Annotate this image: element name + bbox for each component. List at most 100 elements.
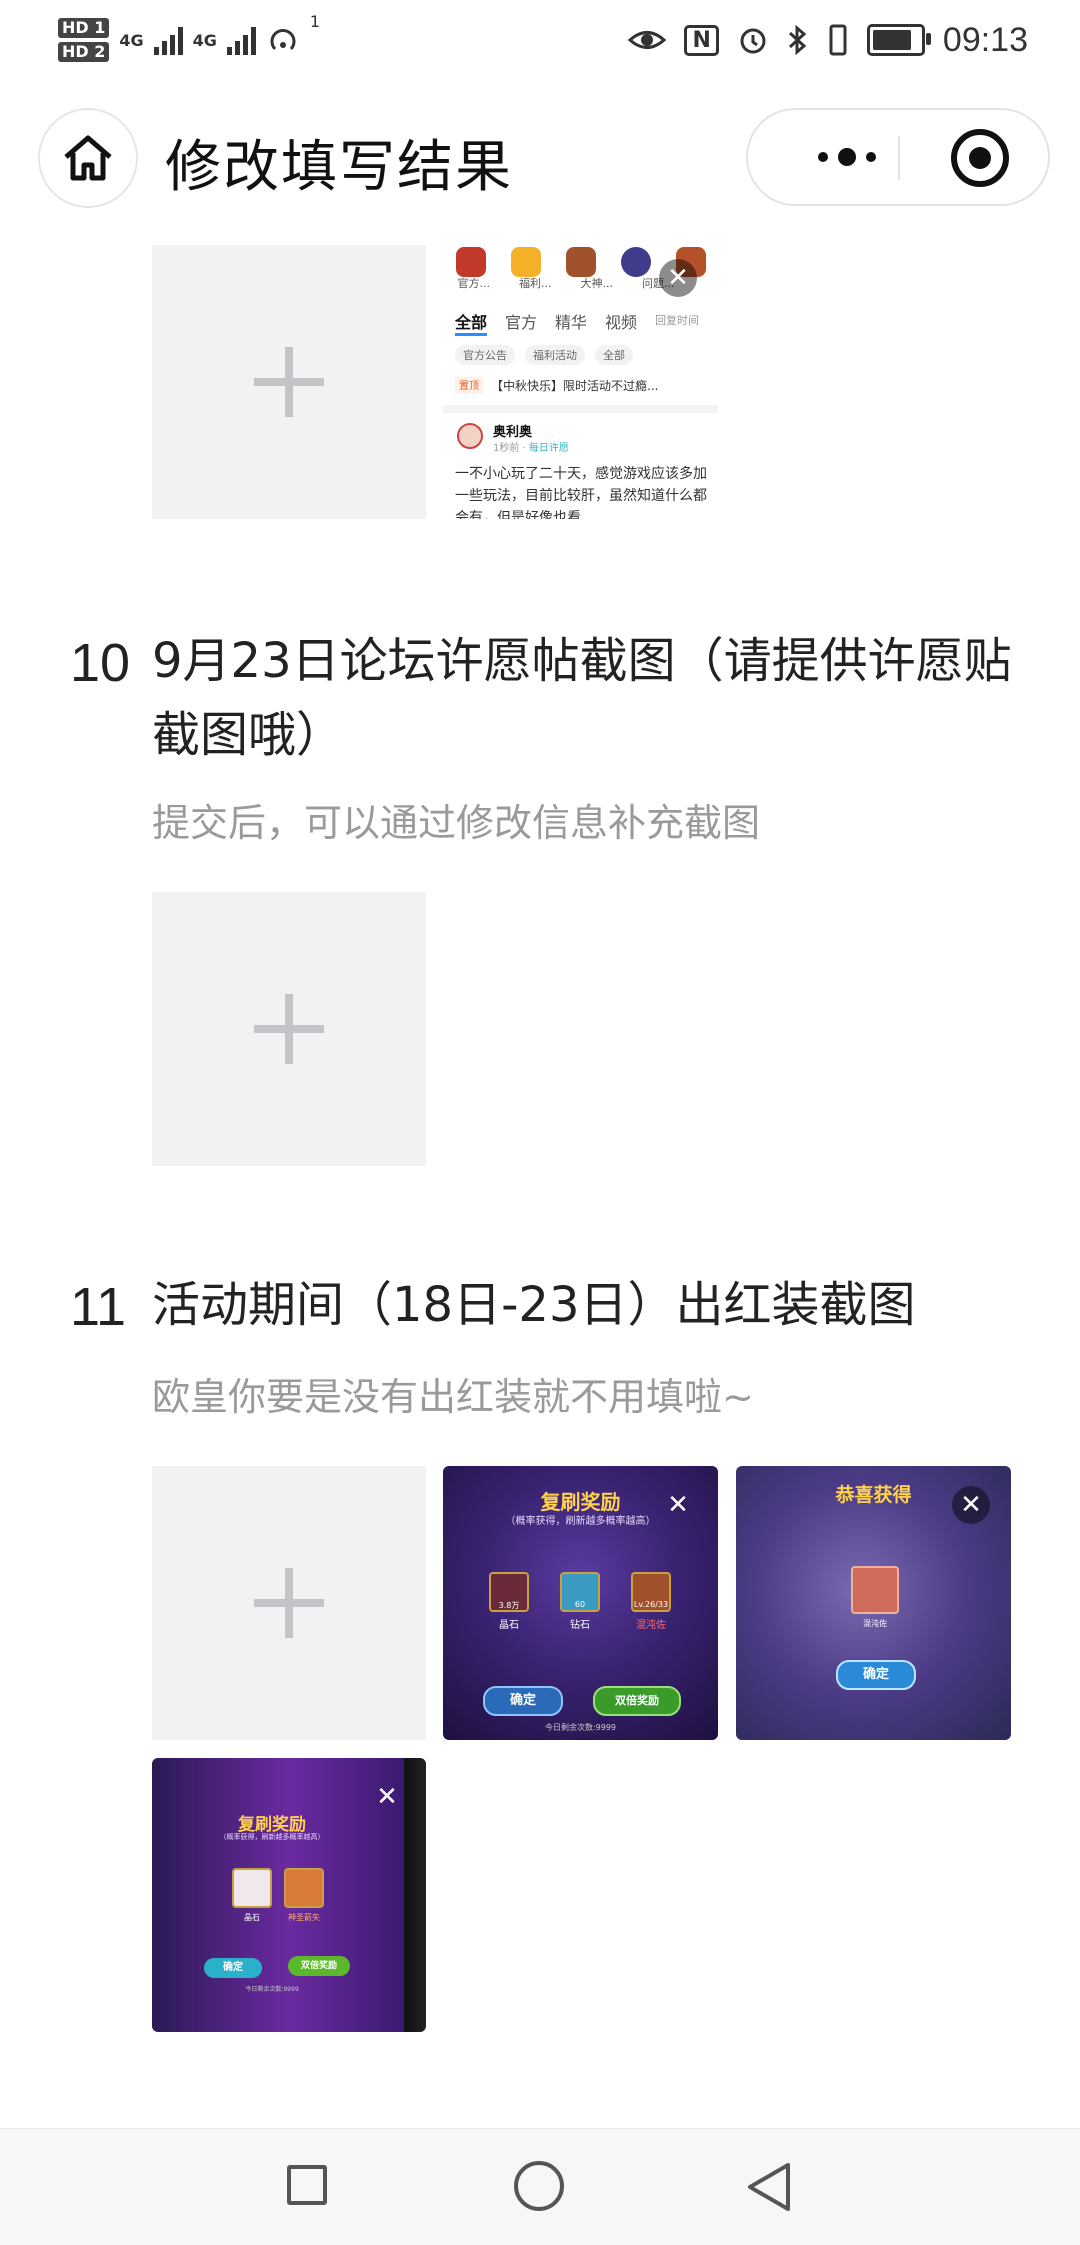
reward-confirm-button: 确定: [483, 1686, 563, 1716]
reward-item-count: 60: [574, 1600, 586, 1609]
upload-tile-q9[interactable]: [152, 245, 426, 519]
uploaded-image-reward-3[interactable]: 复刷奖励 （概率获得，刷新越多概率越高） 晶石 神圣箭矢 确定 双倍奖励 今日剩…: [152, 1758, 426, 2032]
forum-tabs: 全部 官方 精华 视频 回复时间: [455, 309, 699, 336]
forum-icon-label: 福利...: [519, 277, 552, 290]
home-icon: [64, 135, 112, 181]
reward-item-name: 神圣箭矢: [288, 1913, 320, 1922]
miniprogram-capsule: [746, 108, 1050, 206]
reward-item-count: 3.8万: [498, 1601, 520, 1610]
remove-image-button[interactable]: ✕: [368, 1778, 406, 1816]
forum-post-body: 一不小心玩了二十天，感觉游戏应该多加一些玩法，目前比较肝，虽然知道什么都会有，但…: [455, 466, 707, 519]
bluetooth-icon: [788, 24, 807, 56]
question-title: 9月23日论坛许愿帖截图（请提供许愿贴截图哦）: [152, 633, 1012, 763]
reward-confirm-button: 确定: [204, 1958, 262, 1978]
question-number: 11: [70, 1277, 127, 1337]
forum-tab: 精华: [555, 313, 588, 332]
post-tag: 每日许愿: [528, 443, 569, 454]
reward-item-name: 钻石: [570, 1620, 590, 1631]
reward-confirm-button: 确定: [836, 1660, 916, 1690]
sim-indicators: HD 1 HD 2: [58, 18, 110, 62]
forum-category-icon: [455, 247, 486, 277]
plus-icon: [254, 1568, 324, 1638]
more-button[interactable]: [792, 110, 902, 204]
reward-double-button: 双倍奖励: [593, 1686, 681, 1716]
more-dot-icon: [866, 152, 876, 162]
capsule-divider: [898, 136, 900, 180]
reward-item-name: 混沌佐: [636, 1620, 666, 1631]
plus-icon: [254, 347, 324, 417]
status-left: HD 1 HD 2 4G 4G 1: [58, 12, 320, 68]
forum-tab: 官方: [505, 313, 538, 332]
reward-item-icon: [284, 1868, 324, 1908]
reward-item-icon: [232, 1868, 272, 1908]
uploaded-image-forum[interactable]: 官方... 福利... 大神... 问题... 全部 官方 精华 视频 回复时间…: [443, 245, 718, 519]
forum-divider: [443, 405, 718, 413]
forum-category-icon: [620, 247, 651, 277]
forum-icon-label: 官方...: [457, 277, 491, 290]
reward-item-name: 混沌佐: [863, 1619, 887, 1628]
reward-item-icon: [851, 1566, 899, 1614]
reward-subtitle: （概率获得，刷新越多概率越高）: [219, 1833, 325, 1841]
upload-tile-q10[interactable]: [152, 892, 426, 1166]
recent-apps-button[interactable]: [287, 2165, 327, 2205]
forum-chips: 官方公告 福利活动 全部: [455, 345, 633, 365]
remove-image-button[interactable]: ✕: [659, 259, 697, 297]
signal-icon-2: [226, 25, 256, 55]
home-system-button[interactable]: [514, 2161, 564, 2211]
reward-footer: 今日剩余次数:9999: [544, 1723, 617, 1732]
pinned-text: 【中秋快乐】限时活动不过瘾...: [491, 379, 659, 393]
status-time: 09:13: [942, 20, 1028, 59]
remove-image-button[interactable]: ✕: [659, 1486, 697, 1524]
question-title: 活动期间（18日-23日）出红装截图: [152, 1277, 916, 1333]
more-dot-icon: [838, 148, 856, 166]
back-button[interactable]: [744, 2161, 794, 2213]
question-description: 提交后，可以通过修改信息补充截图: [152, 801, 761, 845]
forum-pinned-post: 置顶 【中秋快乐】限时活动不过瘾...: [455, 377, 658, 394]
forum-user-meta: 1秒前 · 每日许愿: [493, 443, 569, 454]
vibrate-icon: [829, 24, 847, 56]
eye-icon: [628, 31, 667, 49]
forum-tab: 全部: [455, 309, 488, 336]
reward-double-button: 双倍奖励: [288, 1956, 350, 1976]
signal-icon: [153, 25, 183, 55]
forum-category-icon: [565, 247, 596, 277]
alarm-icon: [740, 28, 766, 54]
forum-username: 奥利奥: [493, 425, 533, 440]
nav-bar: 修改填写结果: [0, 100, 1080, 220]
nfc-icon: N: [684, 24, 719, 56]
system-nav-bar: [0, 2128, 1080, 2245]
status-bar: HD 1 HD 2 4G 4G 1 N 09:13: [0, 0, 1080, 80]
page-title: 修改填写结果: [165, 135, 513, 200]
forum-icon-label: 大神...: [580, 277, 614, 290]
forum-tab: 视频: [605, 313, 638, 332]
pinned-tag: 置顶: [455, 377, 483, 394]
uploaded-image-reward-1[interactable]: 复刷奖励 （概率获得，刷新越多概率越高） 3.8万 60 Lv.26/33 晶石…: [443, 1466, 718, 1740]
post-time: 1秒前: [493, 443, 520, 454]
more-dot-icon: [818, 152, 828, 162]
sim1-icon: HD 1: [58, 18, 110, 38]
forum-sort: 回复时间: [655, 314, 700, 327]
network-type-2: 4G: [192, 30, 217, 50]
hotspot-icon: [270, 29, 296, 51]
question-number: 10: [70, 633, 131, 693]
uploaded-image-reward-2[interactable]: 恭喜获得 混沌佐 确定 ✕: [736, 1466, 1011, 1740]
sim2-icon: HD 2: [58, 42, 110, 62]
hotspot-count: 1: [309, 12, 321, 31]
upload-tile-q11[interactable]: [152, 1466, 426, 1740]
home-button[interactable]: [38, 108, 138, 208]
reward-item-name: 晶石: [499, 1620, 519, 1631]
forum-chip: 官方公告: [455, 345, 515, 365]
reward-item-count: Lv.26/33: [633, 1600, 669, 1609]
plus-icon: [254, 994, 324, 1064]
close-miniprogram-button[interactable]: [948, 126, 1012, 190]
reward-item-name: 晶石: [244, 1913, 260, 1922]
forum-chip: 福利活动: [525, 345, 585, 365]
forum-category-icon: [510, 247, 541, 277]
network-type-1: 4G: [119, 30, 144, 50]
reward-footer: 今日剩余次数:9999: [245, 1986, 299, 1993]
status-right: N 09:13: [628, 14, 1028, 66]
forum-chip: 全部: [595, 345, 633, 365]
remove-image-button[interactable]: ✕: [952, 1486, 990, 1524]
user-avatar: [457, 423, 483, 449]
battery-icon: [866, 24, 931, 56]
